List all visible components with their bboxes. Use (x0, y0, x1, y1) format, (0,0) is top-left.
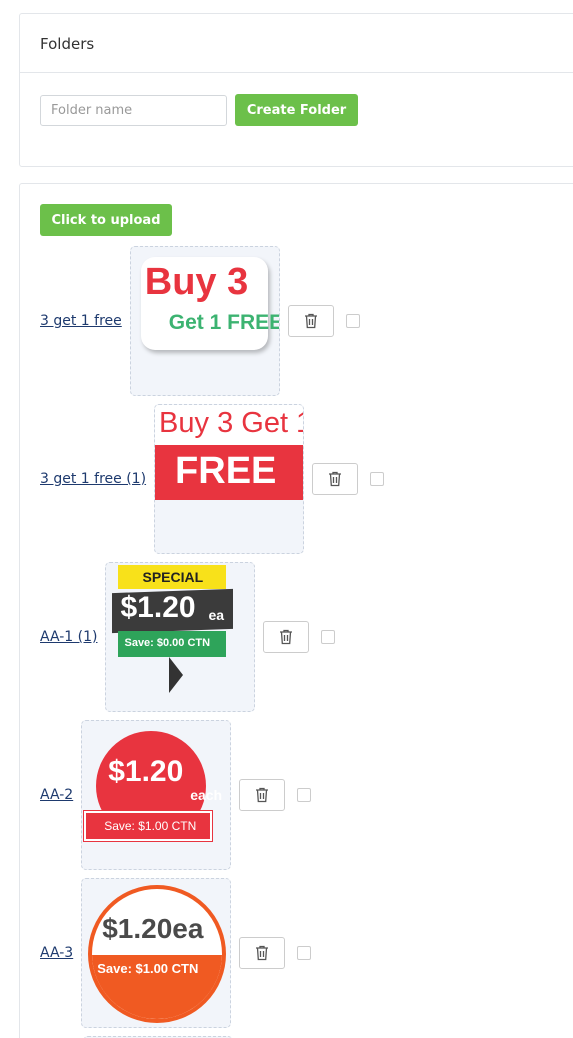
file-thumbnail[interactable]: SPECIAL $1.20 ea Save: $0.00 CTN (105, 562, 256, 712)
trash-icon (329, 471, 342, 487)
file-row: AA-1 (1) SPECIAL $1.20 ea Save: $0.00 CT… (40, 562, 336, 712)
thumb-line1: Buy 3 Get 1 (159, 407, 305, 439)
upload-button[interactable]: Click to upload (40, 204, 172, 236)
file-row: AA-3 $1.20ea Save: $1.00 CTN (40, 878, 312, 1028)
select-checkbox[interactable] (370, 472, 385, 486)
thumb-price: $1.20 (108, 755, 184, 788)
delete-button[interactable] (239, 937, 286, 969)
delete-button[interactable] (312, 463, 359, 495)
thumb-line2: FREE (175, 450, 277, 492)
select-checkbox[interactable] (345, 314, 360, 328)
delete-button[interactable] (239, 779, 286, 811)
folders-title: Folders (20, 14, 573, 73)
select-checkbox[interactable] (321, 630, 336, 644)
file-row: 3 get 1 free (1) Buy 3 Get 1 FREE (40, 404, 385, 554)
thumb-line1: Buy 3 (144, 261, 249, 303)
file-link[interactable]: AA-2 (40, 787, 73, 803)
file-thumbnail[interactable]: Buy 3 Get 1 FREE (154, 404, 305, 554)
thumb-price: $1.20ea (102, 913, 204, 944)
file-row: AA-2 $1.20 each Save: $1.00 CTN (40, 720, 312, 870)
thumb-badge: SPECIAL (142, 569, 204, 585)
thumb-save: Save: $1.00 CTN (104, 819, 197, 833)
thumb-unit: each (190, 787, 223, 803)
file-link[interactable]: AA-3 (40, 945, 73, 961)
thumb-price: $1.20 (120, 591, 196, 624)
folder-form: Create Folder (40, 94, 358, 126)
file-link[interactable]: AA-1 (1) (40, 629, 97, 645)
file-link[interactable]: 3 get 1 free (40, 313, 122, 329)
delete-button[interactable] (263, 621, 310, 653)
file-thumbnail[interactable]: $1.20 each Save: $1.00 CTN (81, 720, 232, 870)
select-checkbox[interactable] (297, 946, 312, 960)
create-folder-button[interactable]: Create Folder (235, 94, 358, 126)
folders-panel: Folders Create Folder (19, 13, 573, 167)
trash-icon (304, 313, 317, 329)
thumb-save: Save: $1.00 CTN (97, 961, 199, 976)
trash-icon (256, 787, 269, 803)
delete-button[interactable] (287, 305, 334, 337)
files-panel: Click to upload 3 get 1 free Buy 3 Get 1… (19, 183, 573, 1038)
trash-icon (256, 945, 269, 961)
trash-icon (280, 629, 293, 645)
thumb-line2: Get 1 FREE (168, 311, 280, 334)
thumb-save: Save: $0.00 CTN (124, 637, 211, 649)
file-link[interactable]: 3 get 1 free (1) (40, 471, 146, 487)
thumb-unit: ea (208, 607, 225, 623)
file-thumbnail[interactable]: $1.20ea Save: $1.00 CTN (81, 878, 232, 1028)
file-thumbnail[interactable]: Buy 3 Get 1 FREE (129, 246, 280, 396)
thumb-ribbon-tail (169, 657, 184, 693)
thumb-circle (88, 885, 227, 1023)
file-row: 3 get 1 free Buy 3 Get 1 FREE (40, 246, 360, 396)
select-checkbox[interactable] (297, 788, 312, 802)
folder-name-input[interactable] (40, 94, 227, 126)
